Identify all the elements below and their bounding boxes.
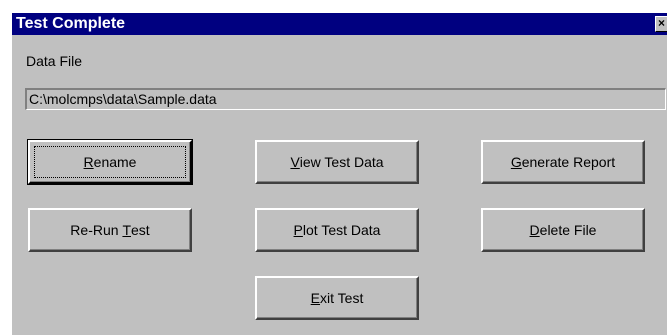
label-post: enerate Report — [521, 154, 616, 170]
label-post: elete File — [539, 222, 597, 238]
data-file-label: Data File — [26, 53, 83, 69]
label-post: iew Test Data — [299, 154, 384, 170]
window-title: Test Complete — [16, 15, 126, 32]
label-accelerator: R — [83, 154, 94, 170]
data-file-path-field: C:\molcmps\data\Sample.data — [25, 88, 666, 110]
test-complete-dialog: Test Complete × Data File C:\molcmps\dat… — [12, 13, 667, 335]
rename-button[interactable]: Rename — [27, 139, 193, 185]
view-test-data-button-label: View Test Data — [290, 154, 383, 170]
label-accelerator: D — [529, 222, 540, 238]
generate-report-button[interactable]: Generate Report — [481, 140, 645, 184]
view-test-data-button[interactable]: View Test Data — [255, 140, 419, 184]
label-post: est — [131, 222, 150, 238]
label-accelerator: G — [510, 154, 522, 170]
label-accelerator: E — [310, 290, 321, 306]
rerun-test-button[interactable]: Re-Run Test — [28, 208, 192, 252]
delete-file-button[interactable]: Delete File — [481, 208, 645, 252]
plot-test-data-button[interactable]: Plot Test Data — [255, 208, 419, 252]
generate-report-button-label: Generate Report — [511, 154, 615, 170]
title-bar[interactable]: Test Complete × — [12, 13, 667, 35]
close-icon[interactable]: × — [655, 16, 667, 32]
exit-test-button-label: Exit Test — [311, 290, 364, 306]
rename-button-label: Rename — [84, 154, 137, 170]
label-accelerator: P — [293, 222, 303, 238]
plot-test-data-button-label: Plot Test Data — [294, 222, 381, 238]
exit-test-button[interactable]: Exit Test — [255, 276, 419, 320]
label-accelerator: T — [122, 222, 131, 238]
delete-file-button-label: Delete File — [530, 222, 597, 238]
label-pre: Re-Run — [70, 222, 123, 238]
label-post: lot Test Data — [302, 222, 381, 238]
rerun-test-button-label: Re-Run Test — [70, 222, 149, 238]
label-post: xit Test — [320, 290, 364, 306]
label-accelerator: V — [290, 154, 300, 170]
label-post: ename — [93, 154, 137, 170]
